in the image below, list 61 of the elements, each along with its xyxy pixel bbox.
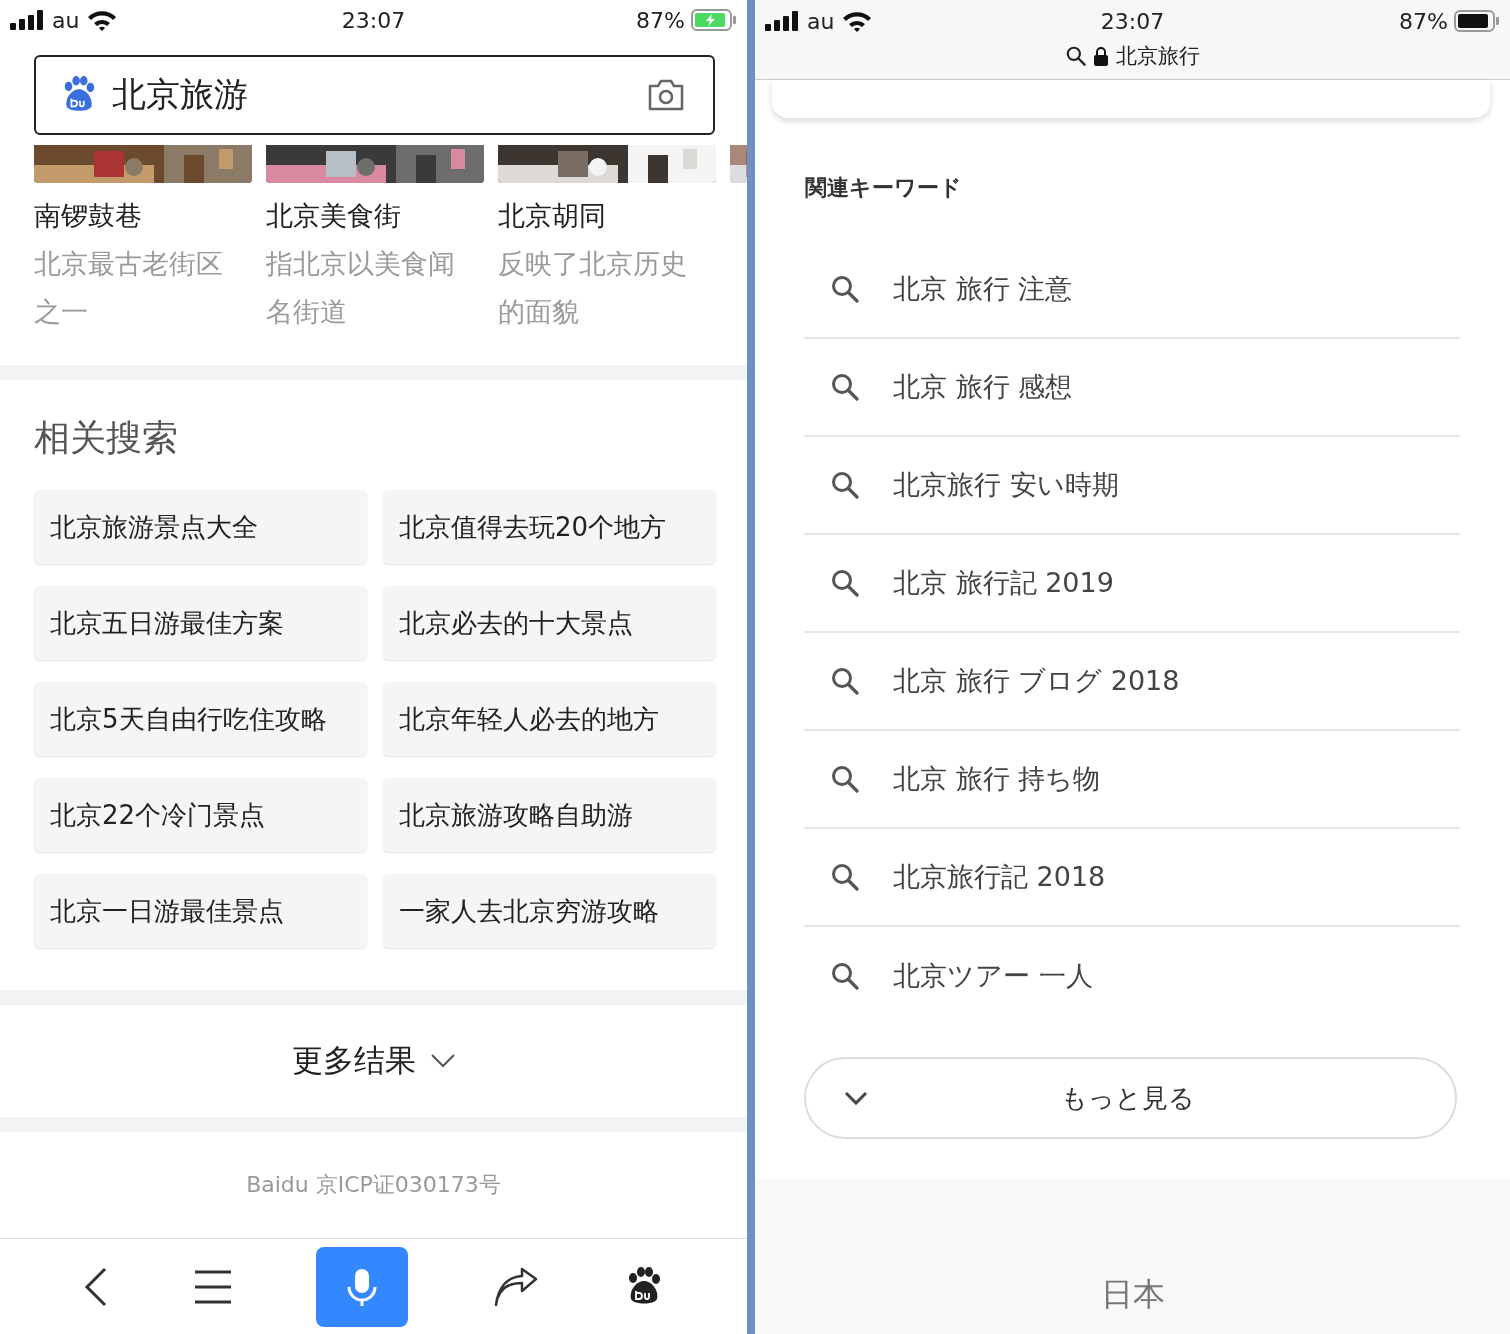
card-description: 指北京以美食闻名街道 bbox=[266, 247, 456, 329]
menu-icon bbox=[194, 1269, 231, 1304]
related-search-chip[interactable]: 北京值得去玩20个地方 bbox=[383, 490, 716, 564]
search-icon bbox=[831, 275, 859, 303]
section-heading: 関連キーワード bbox=[805, 174, 963, 202]
search-icon bbox=[831, 765, 859, 793]
section-title: 相关搜索 bbox=[34, 416, 179, 460]
search-icon bbox=[831, 471, 859, 499]
chevron-down-icon bbox=[844, 1091, 868, 1105]
lock-icon bbox=[1093, 46, 1108, 66]
search-icon bbox=[831, 863, 859, 891]
region-label: 日本 bbox=[1100, 1274, 1165, 1315]
related-search-chip[interactable]: 一家人去北京穷游攻略 bbox=[383, 874, 716, 948]
wifi-icon bbox=[87, 9, 118, 31]
search-icon bbox=[831, 667, 859, 695]
chevron-down-icon bbox=[429, 1053, 456, 1069]
search-icon bbox=[1065, 46, 1086, 66]
card-description: 反映了北京历史的面貌 bbox=[498, 247, 688, 329]
back-button[interactable] bbox=[82, 1266, 109, 1307]
card-description: 北京最古老街区之一 bbox=[34, 247, 224, 329]
battery-percent: 87% bbox=[1399, 8, 1448, 34]
card-title[interactable]: 北京胡同 bbox=[498, 192, 716, 240]
related-search-chip[interactable]: 北京一日游最佳景点 bbox=[34, 874, 367, 948]
related-search-chip[interactable]: 北京必去的十大景点 bbox=[383, 586, 716, 660]
menu-button[interactable] bbox=[194, 1269, 231, 1304]
search-icon bbox=[831, 373, 859, 401]
related-search-chip[interactable]: 北京五日游最佳方案 bbox=[34, 586, 367, 660]
keyword-suggestion[interactable]: 北京旅行記 2018 bbox=[804, 829, 1460, 927]
footer-text: Baidu 京ICP证030173号 bbox=[246, 1171, 501, 1199]
camera-icon[interactable] bbox=[647, 78, 685, 112]
carrier-label: au bbox=[807, 8, 835, 34]
wifi-icon bbox=[842, 10, 873, 32]
related-search-chip[interactable]: 北京年轻人必去的地方 bbox=[383, 682, 716, 756]
clock-time: 23:07 bbox=[1100, 8, 1165, 34]
address-bar[interactable]: 北京旅行 bbox=[755, 42, 1510, 70]
card-title[interactable]: 南锣鼓巷 bbox=[34, 192, 252, 240]
carrier-label: au bbox=[52, 7, 80, 33]
signal-icon bbox=[765, 11, 799, 31]
search-icon bbox=[831, 569, 859, 597]
keyword-suggestion[interactable]: 北京ツアー 一人 bbox=[804, 927, 1460, 1025]
related-search-chip[interactable]: 北京旅游攻略自助游 bbox=[383, 778, 716, 852]
keyword-suggestion[interactable]: 北京 旅行 持ち物 bbox=[804, 731, 1460, 829]
battery-percent: 87% bbox=[636, 7, 685, 33]
search-field[interactable]: 北京旅游 bbox=[34, 55, 715, 135]
keyword-suggestion[interactable]: 北京 旅行 感想 bbox=[804, 339, 1460, 437]
search-icon bbox=[831, 962, 859, 990]
clock-time: 23:07 bbox=[341, 7, 406, 33]
keyword-suggestion[interactable]: 北京 旅行 注意 bbox=[804, 241, 1460, 339]
show-more-button[interactable]: もっと見る bbox=[804, 1057, 1457, 1139]
related-search-chip[interactable]: 北京旅游景点大全 bbox=[34, 490, 367, 564]
more-results-link[interactable]: 更多结果 bbox=[291, 1040, 456, 1082]
signal-icon bbox=[10, 10, 44, 30]
share-button[interactable] bbox=[494, 1266, 539, 1307]
related-search-chip[interactable]: 北京5天自由行吃住攻略 bbox=[34, 682, 367, 756]
share-arrow-icon bbox=[494, 1266, 539, 1307]
keyword-suggestion[interactable]: 北京旅行 安い時期 bbox=[804, 437, 1460, 535]
voice-search-button[interactable] bbox=[316, 1246, 409, 1327]
keyword-suggestion[interactable]: 北京 旅行 ブログ 2018 bbox=[804, 633, 1460, 731]
keyword-suggestion[interactable]: 北京 旅行記 2019 bbox=[804, 535, 1460, 633]
related-search-chip[interactable]: 北京22个冷门景点 bbox=[34, 778, 367, 852]
card-title[interactable]: 北京美食街 bbox=[266, 192, 484, 240]
